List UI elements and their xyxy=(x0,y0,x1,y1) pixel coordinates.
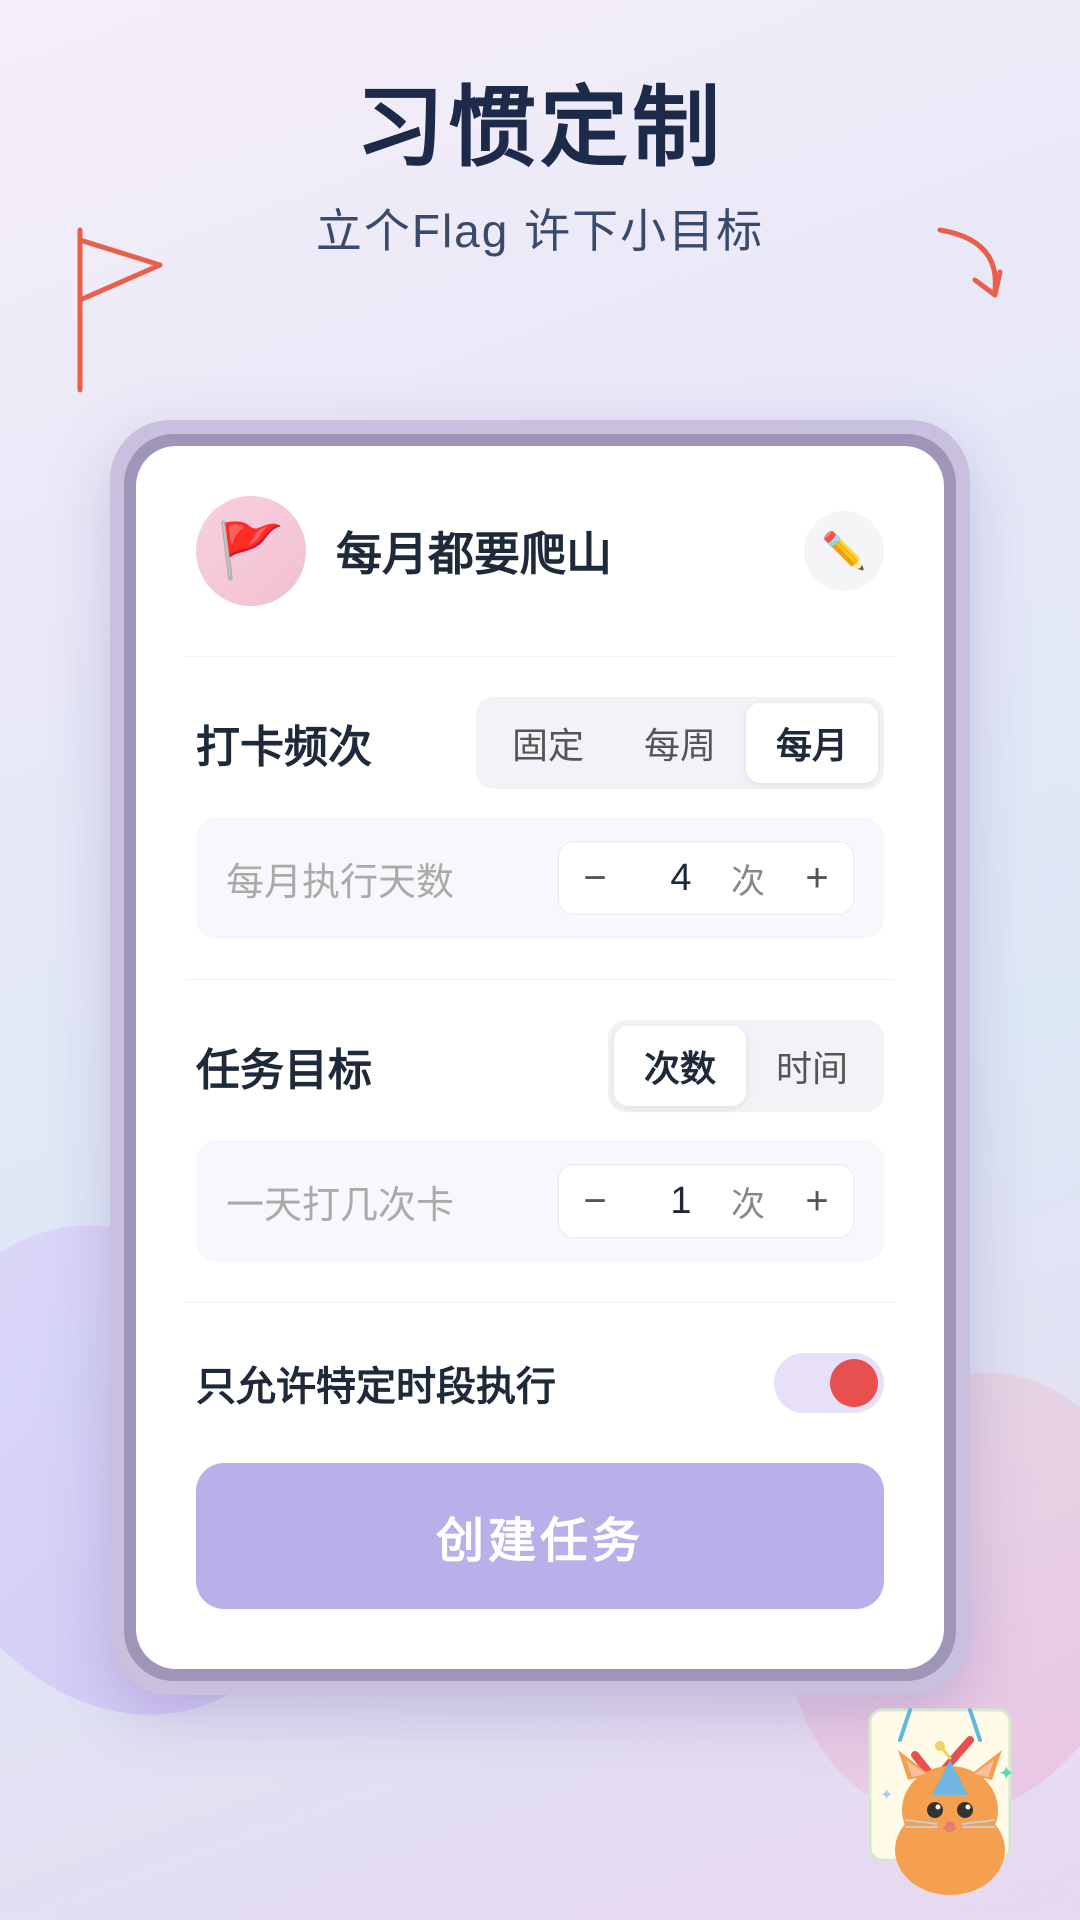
divider-3 xyxy=(186,1302,894,1303)
svg-text:✦: ✦ xyxy=(880,1787,893,1804)
divider-2 xyxy=(186,979,894,980)
svg-text:✦: ✦ xyxy=(998,1763,1015,1785)
habit-title: 每月都要爬山 xyxy=(336,518,804,584)
edit-button[interactable]: ✏️ xyxy=(804,511,884,591)
device-inner: 🚩 每月都要爬山 ✏️ 打卡频次 固定 每周 每月 xyxy=(124,434,956,1681)
task-goal-unit: 次 xyxy=(731,1177,781,1226)
divider-1 xyxy=(186,656,894,657)
task-goal-label: 任务目标 xyxy=(196,1034,372,1098)
task-goal-stepper: − 1 次 + xyxy=(558,1164,854,1238)
tab-monthly[interactable]: 每月 xyxy=(746,703,878,783)
time-restrict-row: 只允许特定时段执行 xyxy=(196,1343,884,1423)
toggle-knob xyxy=(830,1359,878,1407)
subtitle: 立个Flag 许下小目标 xyxy=(0,195,1080,261)
time-restrict-label: 只允许特定时段执行 xyxy=(196,1354,774,1412)
habit-card: 🚩 每月都要爬山 ✏️ 打卡频次 固定 每周 每月 xyxy=(136,446,944,1669)
task-goal-plus-btn[interactable]: + xyxy=(781,1165,853,1237)
card-header: 🚩 每月都要爬山 ✏️ xyxy=(196,496,884,606)
task-goal-minus-btn[interactable]: − xyxy=(559,1165,631,1237)
frequency-unit: 次 xyxy=(731,854,781,903)
task-goal-sub-label: 一天打几次卡 xyxy=(226,1174,558,1229)
tab-count[interactable]: 次数 xyxy=(614,1026,746,1106)
frequency-section: 打卡频次 固定 每周 每月 每月执行天数 − 4 次 + xyxy=(196,697,884,939)
create-task-button[interactable]: 创建任务 xyxy=(196,1463,884,1609)
frequency-header: 打卡频次 固定 每周 每月 xyxy=(196,697,884,789)
tab-time[interactable]: 时间 xyxy=(746,1026,878,1106)
frequency-minus-btn[interactable]: − xyxy=(559,842,631,914)
frequency-stepper-row: 每月执行天数 − 4 次 + xyxy=(196,817,884,939)
task-goal-value: 1 xyxy=(631,1180,731,1223)
device-frame: 🚩 每月都要爬山 ✏️ 打卡频次 固定 每周 每月 xyxy=(110,420,970,1695)
frequency-stepper: − 4 次 + xyxy=(558,841,854,915)
time-restrict-toggle[interactable] xyxy=(774,1353,884,1413)
frequency-label: 打卡频次 xyxy=(196,711,372,775)
main-title: 习惯定制 xyxy=(0,80,1080,177)
cat-decoration: ✦ ✦ xyxy=(850,1700,1050,1900)
edit-icon: ✏️ xyxy=(822,530,867,572)
habit-icon: 🚩 xyxy=(196,496,306,606)
frequency-plus-btn[interactable]: + xyxy=(781,842,853,914)
task-goal-header: 任务目标 次数 时间 xyxy=(196,1020,884,1112)
tab-fixed[interactable]: 固定 xyxy=(482,703,614,783)
header: 习惯定制 立个Flag 许下小目标 xyxy=(0,0,1080,281)
task-goal-tabs: 次数 时间 xyxy=(608,1020,884,1112)
task-goal-section: 任务目标 次数 时间 一天打几次卡 − 1 次 + xyxy=(196,1020,884,1262)
frequency-sub-label: 每月执行天数 xyxy=(226,851,558,906)
frequency-value: 4 xyxy=(631,857,731,900)
tab-weekly[interactable]: 每周 xyxy=(614,703,746,783)
frequency-tabs: 固定 每周 每月 xyxy=(476,697,884,789)
task-goal-stepper-row: 一天打几次卡 − 1 次 + xyxy=(196,1140,884,1262)
